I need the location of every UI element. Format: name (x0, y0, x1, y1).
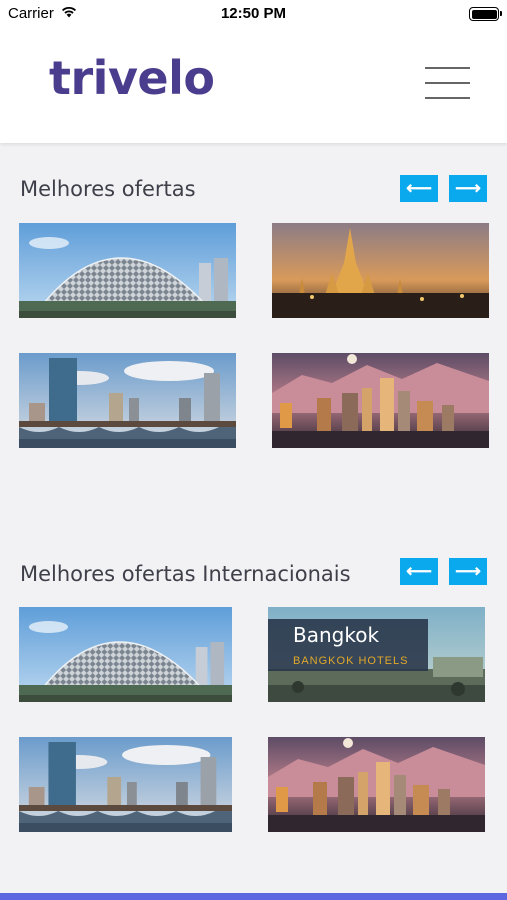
los-angeles-skyline-image (268, 737, 485, 832)
section1-next-arrow-button[interactable]: ⟶ (449, 175, 487, 202)
section-title-melhores-ofertas-internacionais: Melhores ofertas Internacionais (20, 562, 351, 586)
offer-card-singapore[interactable] (19, 223, 236, 318)
intl-card-los-angeles[interactable] (268, 737, 485, 832)
battery-icon (469, 7, 502, 21)
bottom-accent-bar (0, 893, 507, 900)
destination-overlay-card: Bangkok BANGKOK HOTELS (268, 619, 428, 671)
intl-card-bangkok[interactable]: Bangkok BANGKOK HOTELS (268, 607, 485, 702)
offer-card-los-angeles[interactable] (272, 353, 489, 448)
singapore-esplanade-image (19, 607, 232, 702)
intl-card-singapore[interactable] (19, 607, 236, 702)
trivelo-logo[interactable]: trivelo (49, 51, 215, 105)
singapore-esplanade-image (19, 223, 236, 318)
los-angeles-skyline-image (272, 353, 489, 448)
status-bar: Carrier 12:50 PM (0, 0, 507, 30)
destination-subtitle: BANGKOK HOTELS (293, 655, 409, 667)
hamburger-menu-icon[interactable] (425, 67, 470, 101)
boston-skyline-image (19, 353, 236, 448)
clock: 12:50 PM (220, 5, 287, 22)
destination-title: Bangkok (293, 623, 380, 647)
section-title-melhores-ofertas: Melhores ofertas (20, 177, 196, 201)
section1-prev-arrow-button[interactable]: ⟵ (400, 175, 438, 202)
app-header: trivelo (0, 30, 507, 143)
section2-prev-arrow-button[interactable]: ⟵ (400, 558, 438, 585)
intl-card-boston[interactable] (19, 737, 236, 832)
boston-skyline-image (19, 737, 232, 832)
section2-next-arrow-button[interactable]: ⟶ (449, 558, 487, 585)
offer-card-boston[interactable] (19, 353, 236, 448)
bangkok-temple-image (272, 223, 489, 318)
offer-card-bangkok-temple[interactable] (272, 223, 489, 318)
